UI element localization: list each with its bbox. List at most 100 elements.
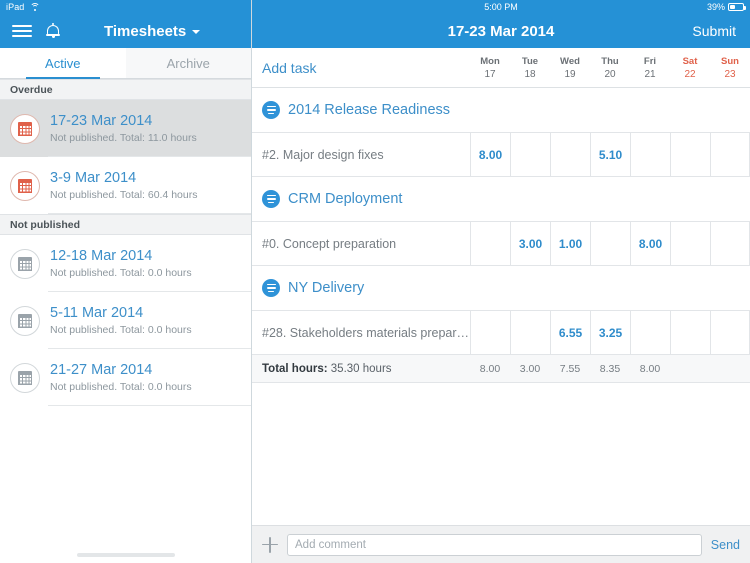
tab-active[interactable]: Active (0, 48, 126, 79)
hours-cell[interactable] (590, 222, 630, 265)
hours-cell[interactable] (670, 133, 710, 176)
hours-cell[interactable] (710, 133, 750, 176)
list-item[interactable]: 3-9 Mar 2014 Not published. Total: 60.4 … (0, 157, 251, 214)
main-status-bar: 5:00 PM 39% (252, 0, 750, 14)
main-panel: 5:00 PM 39% 17-23 Mar 2014 Submit Add ta… (252, 0, 750, 563)
hours-cell[interactable] (470, 222, 510, 265)
timesheets-app: iPad Timesheets Active Archive Overdue 1… (0, 0, 750, 563)
day-column-mon: Mon 17 (470, 55, 510, 81)
list-item-title: 21-27 Mar 2014 (50, 362, 153, 378)
hours-cell[interactable] (670, 311, 710, 354)
calendar-icon (10, 170, 40, 201)
list-item-title: 17-23 Mar 2014 (50, 113, 153, 129)
day-number: 17 (484, 68, 496, 80)
table-row: #0. Concept preparation 3.00 1.00 8.00 (252, 221, 750, 266)
device-label: iPad (6, 2, 25, 12)
project-name: NY Delivery (288, 280, 365, 296)
sidebar-title-dropdown[interactable]: Timesheets (104, 23, 201, 40)
hours-cell[interactable]: 3.25 (590, 311, 630, 354)
total-hours-label-bold: Total hours: (262, 362, 328, 375)
sidebar-navbar: Timesheets (0, 14, 251, 48)
list-item-subtitle: Not published. Total: 0.0 hours (50, 324, 192, 336)
hours-cell[interactable] (710, 222, 750, 265)
comment-input[interactable] (287, 533, 702, 556)
daily-total (670, 363, 710, 375)
chevron-down-icon (192, 30, 201, 34)
list-item[interactable]: 5-11 Mar 2014 Not published. Total: 0.0 … (0, 292, 251, 349)
task-name[interactable]: #0. Concept preparation (252, 222, 470, 265)
section-label: Not published (10, 218, 80, 231)
add-task-button[interactable]: Add task (262, 60, 316, 76)
hours-cell[interactable] (630, 133, 670, 176)
project-list-icon (262, 279, 280, 297)
list-item-subtitle: Not published. Total: 60.4 hours (50, 189, 198, 201)
calendar-icon (10, 305, 40, 336)
project-header[interactable]: 2014 Release Readiness (252, 88, 750, 132)
day-columns: Mon 17 Tue 18 Wed 19 Thu 20 Fri 21 Sat 2… (470, 55, 750, 81)
day-column-wed: Wed 19 (550, 55, 590, 81)
hamburger-menu-icon[interactable] (12, 24, 32, 38)
hours-cell[interactable]: 8.00 (470, 133, 510, 176)
project-name: CRM Deployment (288, 191, 403, 207)
clock: 5:00 PM (484, 2, 518, 12)
project-list-icon (262, 101, 280, 119)
hours-cell[interactable] (470, 311, 510, 354)
hours-cell[interactable] (710, 311, 750, 354)
project-header[interactable]: CRM Deployment (252, 177, 750, 221)
day-number: 21 (644, 68, 656, 80)
home-indicator (76, 553, 175, 557)
main-navbar: 17-23 Mar 2014 Submit (252, 14, 750, 48)
hours-cell[interactable]: 6.55 (550, 311, 590, 354)
grid-header: Add task Mon 17 Tue 18 Wed 19 Thu 20 Fri… (252, 48, 750, 88)
task-name[interactable]: #28. Stakeholders materials prepar… (252, 311, 470, 354)
table-row: #28. Stakeholders materials prepar… 6.55… (252, 310, 750, 355)
list-item[interactable]: 17-23 Mar 2014 Not published. Total: 11.… (0, 100, 251, 157)
daily-total (710, 363, 750, 375)
day-name: Sat (682, 55, 698, 67)
hours-cell[interactable]: 1.00 (550, 222, 590, 265)
hours-cell[interactable] (550, 133, 590, 176)
list-item[interactable]: 12-18 Mar 2014 Not published. Total: 0.0… (0, 235, 251, 292)
sidebar-tabs: Active Archive (0, 48, 251, 79)
list-item[interactable]: 21-27 Mar 2014 Not published. Total: 0.0… (0, 349, 251, 406)
list-item-subtitle: Not published. Total: 11.0 hours (50, 132, 197, 144)
empty-area (252, 383, 750, 525)
day-column-sun: Sun 23 (710, 55, 750, 81)
total-hours-value: 35.30 hours (327, 362, 392, 375)
day-number: 19 (564, 68, 576, 80)
total-hours-label: Total hours: 35.30 hours (262, 363, 470, 375)
tab-archive-label: Archive (166, 55, 210, 71)
tab-active-label: Active (45, 55, 81, 71)
task-name[interactable]: #2. Major design fixes (252, 133, 470, 176)
day-number: 23 (724, 68, 736, 80)
battery-indicator: 39% (707, 2, 746, 12)
daily-total: 3.00 (519, 362, 541, 375)
list-item-title: 5-11 Mar 2014 (50, 305, 144, 321)
battery-icon (728, 3, 746, 11)
day-column-sat: Sat 22 (670, 55, 710, 81)
section-label: Overdue (10, 83, 53, 96)
project-header[interactable]: NY Delivery (252, 266, 750, 310)
hours-cell[interactable] (630, 311, 670, 354)
hours-cell[interactable] (510, 133, 550, 176)
table-row: #2. Major design fixes 8.00 5.10 (252, 132, 750, 177)
list-item-title: 3-9 Mar 2014 (50, 170, 137, 186)
send-button[interactable]: Send (711, 538, 740, 552)
hours-cell[interactable] (670, 222, 710, 265)
hours-cell[interactable]: 8.00 (630, 222, 670, 265)
day-column-fri: Fri 21 (630, 55, 670, 81)
project-name: 2014 Release Readiness (288, 102, 451, 118)
day-number: 18 (524, 68, 536, 80)
day-number: 20 (604, 68, 616, 80)
hours-cell[interactable]: 3.00 (510, 222, 550, 265)
hours-cell[interactable]: 5.10 (590, 133, 630, 176)
day-name: Sun (721, 55, 739, 67)
plus-icon[interactable] (262, 536, 278, 553)
hours-cell[interactable] (510, 311, 550, 354)
submit-button[interactable]: Submit (692, 23, 736, 39)
bell-icon[interactable] (46, 23, 60, 39)
task-cells: 6.55 3.25 (470, 311, 750, 354)
tab-archive[interactable]: Archive (125, 48, 251, 78)
day-name: Wed (560, 55, 580, 67)
sidebar: iPad Timesheets Active Archive Overdue 1… (0, 0, 252, 563)
